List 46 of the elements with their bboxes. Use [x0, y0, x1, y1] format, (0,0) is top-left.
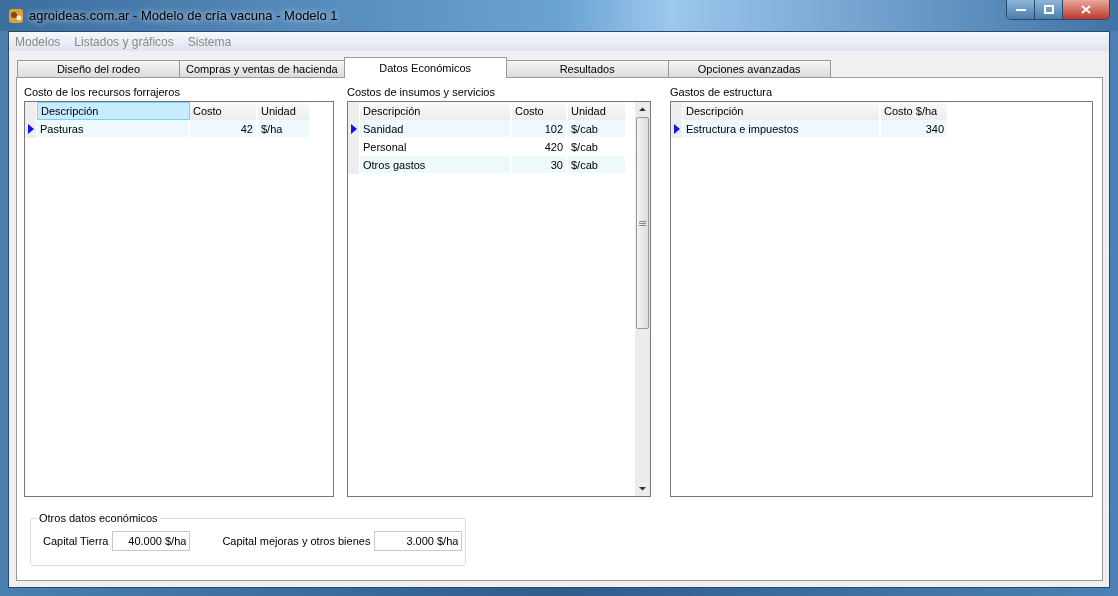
table-cell: Estructura e impuestos — [683, 120, 881, 138]
field-label: Capital mejoras y otros bienes — [222, 535, 371, 547]
table-cell: 30 — [512, 156, 568, 174]
app-logo-icon — [8, 7, 24, 24]
maximize-button[interactable] — [1034, 0, 1062, 19]
column-header[interactable]: Costo — [190, 102, 258, 120]
scrollbar[interactable] — [635, 102, 650, 496]
scroll-thumb[interactable] — [636, 117, 649, 329]
column-header[interactable]: Costo — [512, 102, 568, 120]
table-cell: 340 — [881, 120, 949, 138]
row-pointer-icon — [350, 124, 357, 134]
tab[interactable]: Resultados — [505, 60, 669, 77]
input-field[interactable]: 40.000 $/ha — [112, 531, 191, 551]
table-cell: Sanidad — [360, 120, 512, 138]
grid-title: Costos de insumos y servicios — [347, 86, 496, 100]
row-header[interactable] — [671, 120, 683, 138]
table-cell: 42 — [190, 120, 258, 138]
close-icon — [1081, 5, 1091, 14]
grid-title: Gastos de estructura — [670, 86, 774, 100]
column-header[interactable]: Unidad — [568, 102, 627, 120]
window-title: agroideas.com.ar - Modelo de cría vacuna - Modelo 1 — [29, 8, 338, 23]
column-header[interactable]: Descripción — [683, 102, 881, 120]
tab[interactable]: Compras y ventas de hacienda — [179, 60, 345, 77]
column-header[interactable]: Descripción — [360, 102, 512, 120]
grid-title: Costo de los recursos forrajeros — [24, 86, 181, 100]
column-header[interactable]: Unidad — [258, 102, 311, 120]
row-pointer-icon — [673, 124, 680, 134]
table-cell: $/cab — [568, 120, 627, 138]
tab[interactable]: Diseño del rodeo — [17, 60, 180, 77]
table-cell: $/ha — [258, 120, 311, 138]
row-pointer-icon — [27, 124, 34, 134]
minimize-button[interactable] — [1007, 0, 1034, 19]
input-field[interactable]: 3.000 $/ha — [374, 531, 463, 551]
row-header[interactable] — [25, 120, 37, 138]
column-header[interactable]: Descripción — [37, 102, 190, 120]
close-button[interactable] — [1062, 0, 1109, 19]
tab[interactable]: Opciones avanzadas — [667, 60, 831, 77]
field-label: Capital Tierra — [43, 535, 109, 547]
group-title: Otros datos económicos — [37, 512, 160, 524]
tab[interactable]: Datos Económicos — [343, 57, 507, 78]
column-header[interactable]: Costo $/ha — [881, 102, 949, 120]
maximize-icon — [1043, 5, 1054, 14]
table-cell: Otros gastos — [360, 156, 512, 174]
table-cell: Pasturas — [37, 120, 190, 138]
table-cell: $/cab — [568, 156, 627, 174]
table-cell: 102 — [512, 120, 568, 138]
